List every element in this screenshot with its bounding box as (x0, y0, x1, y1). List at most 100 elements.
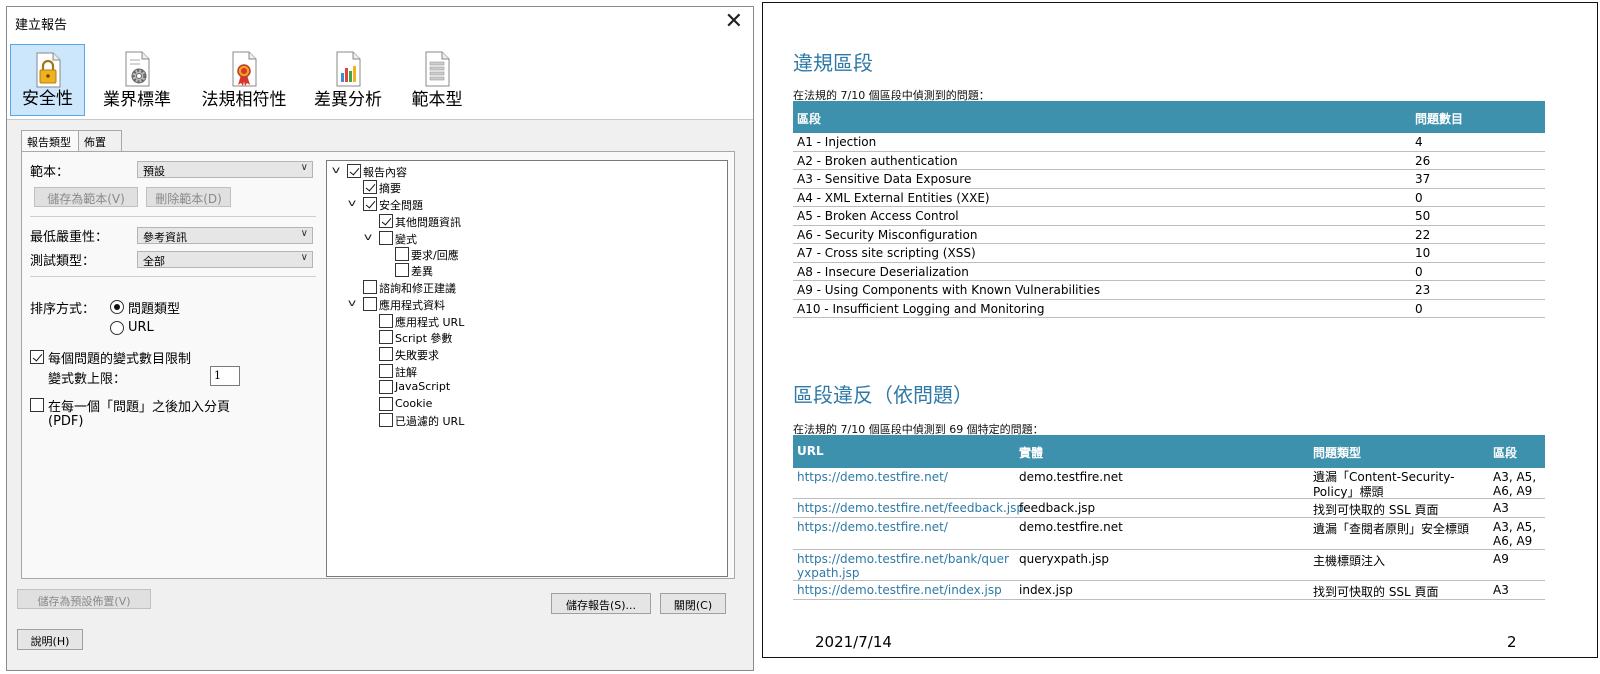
min-severity-select[interactable]: 參考資訊 ∨ (137, 227, 313, 244)
table-cell: 22 (1415, 227, 1431, 242)
table-header: URL 實體 問題類型 區段 (793, 435, 1545, 468)
tree-item-label: 已過濾的 URL (395, 415, 465, 428)
chevron-down-icon[interactable]: v (332, 165, 340, 176)
report-category-bar: 安全性 業界標準 法規相符性 差異分析 範本型 (7, 38, 753, 120)
sort-by-issue-type-radio[interactable] (110, 300, 124, 314)
table-row: https://demo.testfire.net/feedback.jsp f… (793, 499, 1545, 518)
url-link[interactable]: https://demo.testfire.net/feedback.jsp (797, 501, 1024, 515)
tree-checkbox[interactable] (379, 330, 393, 344)
table-cell: index.jsp (1019, 583, 1073, 597)
table-row: A9 - Using Components with Known Vulnera… (793, 281, 1545, 300)
table-cell: A8 - Insecure Deserialization (797, 264, 969, 279)
report-preview: 違規區段 在法規的 7/10 個區段中偵測到的問題： 區段 問題數目 A1 - … (762, 2, 1598, 658)
tree-checkbox[interactable] (363, 180, 377, 194)
table-cell: 主機標頭注入 (1313, 554, 1386, 568)
save-report-button[interactable]: 儲存報告(S)... (551, 593, 651, 614)
chevron-down-icon: ∨ (300, 252, 308, 263)
column-header: 區段 (797, 112, 822, 126)
category-industry-standard[interactable]: 業界標準 (97, 44, 177, 116)
tree-checkbox[interactable] (395, 263, 409, 277)
section-title-violated: 違規區段 (793, 51, 873, 75)
category-label: 差異分析 (314, 90, 382, 110)
tree-item-label: Cookie (395, 397, 433, 410)
table-header: 區段 問題數目 (793, 101, 1545, 133)
table-cell: A3 (1493, 583, 1509, 597)
save-default-layout-button[interactable]: 儲存為預設佈置(V) (17, 589, 151, 609)
column-header: 問題數目 (1415, 112, 1464, 126)
tab-layout[interactable]: 佈置 (78, 130, 122, 152)
table-cell: A9 (1493, 552, 1509, 566)
tree-item-label: 其他問題資訊 (395, 216, 461, 229)
tree-checkbox[interactable] (379, 314, 393, 328)
tree-checkbox[interactable] (363, 297, 377, 311)
chevron-down-icon[interactable]: v (348, 198, 356, 209)
tree-checkbox[interactable] (363, 197, 377, 211)
tree-item-label: 報告內容 (363, 166, 407, 179)
tree-checkbox[interactable] (379, 231, 393, 245)
tree-checkbox[interactable] (379, 380, 393, 394)
tree-item-label: 失敗要求 (395, 349, 439, 362)
tab-report-type[interactable]: 報告類型 (21, 130, 79, 153)
table-cell: A3 (1493, 501, 1509, 515)
sort-by-url-radio[interactable] (110, 321, 124, 335)
page-break-checkbox[interactable] (30, 398, 44, 412)
table-cell: 4 (1415, 135, 1423, 149)
table-cell: demo.testfire.net (1019, 520, 1123, 534)
close-button[interactable]: 關閉(C) (660, 593, 726, 614)
tree-item-label: 註解 (395, 366, 417, 379)
tree-checkbox[interactable] (379, 347, 393, 361)
save-as-template-button[interactable]: 儲存為範本(V) (34, 187, 138, 207)
table-row: https://demo.testfire.net/ demo.testfire… (793, 518, 1545, 550)
delete-template-button[interactable]: 刪除範本(D) (146, 187, 231, 207)
url-link[interactable]: https://demo.testfire.net/bank/queryxpat… (797, 552, 1015, 580)
chart-report-icon (336, 51, 361, 87)
table-cell: A6 - Security Misconfiguration (797, 227, 978, 242)
table-row: https://demo.testfire.net/index.jsp inde… (793, 581, 1545, 600)
variant-max-input[interactable]: 1 (210, 366, 240, 386)
create-report-dialog: 建立報告 ✕ 安全性 業界標準 法規相符性 差異分析 範本型 報告類型 佈置 範… (6, 6, 754, 671)
table-cell: 23 (1415, 283, 1431, 297)
tree-checkbox[interactable] (379, 397, 393, 411)
url-link[interactable]: https://demo.testfire.net/index.jsp (797, 583, 1002, 597)
tree-checkbox[interactable] (379, 413, 393, 427)
column-header: 區段 (1493, 446, 1518, 460)
template-report-icon (425, 51, 450, 87)
category-security[interactable]: 安全性 (10, 44, 85, 116)
table-cell: A4 - XML External Entities (XXE) (797, 190, 990, 205)
table-cell: A10 - Insufficient Logging and Monitorin… (797, 301, 1045, 316)
table-cell: 26 (1415, 153, 1431, 168)
category-template-based[interactable]: 範本型 (402, 44, 472, 116)
table-row: A2 - Broken authentication 26 (793, 152, 1545, 170)
test-type-select[interactable]: 全部 ∨ (137, 251, 313, 268)
column-header: 實體 (1019, 446, 1044, 460)
tree-checkbox[interactable] (379, 364, 393, 378)
table-row: https://demo.testfire.net/ demo.testfire… (793, 468, 1545, 499)
chevron-down-icon[interactable]: v (348, 298, 356, 309)
table-cell: A3, A5, A6, A9 (1493, 520, 1537, 548)
category-label: 業界標準 (103, 90, 171, 110)
tree-checkbox[interactable] (347, 164, 361, 178)
column-header: 問題類型 (1313, 446, 1362, 460)
template-select[interactable]: 預設 ∨ (137, 161, 313, 178)
sort-option-label: 問題類型 (128, 302, 181, 317)
url-link[interactable]: https://demo.testfire.net/ (797, 520, 948, 534)
lock-report-icon (36, 52, 60, 88)
url-link[interactable]: https://demo.testfire.net/ (797, 470, 1015, 484)
tree-item-label: 應用程式 URL (395, 316, 465, 329)
category-compliance[interactable]: 法規相符性 (195, 44, 293, 116)
tree-checkbox[interactable] (395, 247, 409, 261)
table-cell: A1 - Injection (797, 135, 877, 149)
close-icon[interactable]: ✕ (725, 9, 743, 35)
category-label: 安全性 (22, 89, 73, 109)
chevron-down-icon[interactable]: v (364, 232, 372, 243)
tree-checkbox[interactable] (379, 214, 393, 228)
tree-item-label: 變式 (395, 233, 417, 246)
footer-date: 2021/7/14 (815, 633, 892, 651)
divider (30, 276, 316, 277)
help-button[interactable]: 說明(H) (17, 629, 83, 650)
category-delta-analysis[interactable]: 差異分析 (309, 44, 387, 116)
table-row: A3 - Sensitive Data Exposure 37 (793, 170, 1545, 189)
variant-limit-checkbox[interactable] (30, 350, 44, 364)
table-row: A5 - Broken Access Control 50 (793, 207, 1545, 226)
tree-checkbox[interactable] (363, 280, 377, 294)
